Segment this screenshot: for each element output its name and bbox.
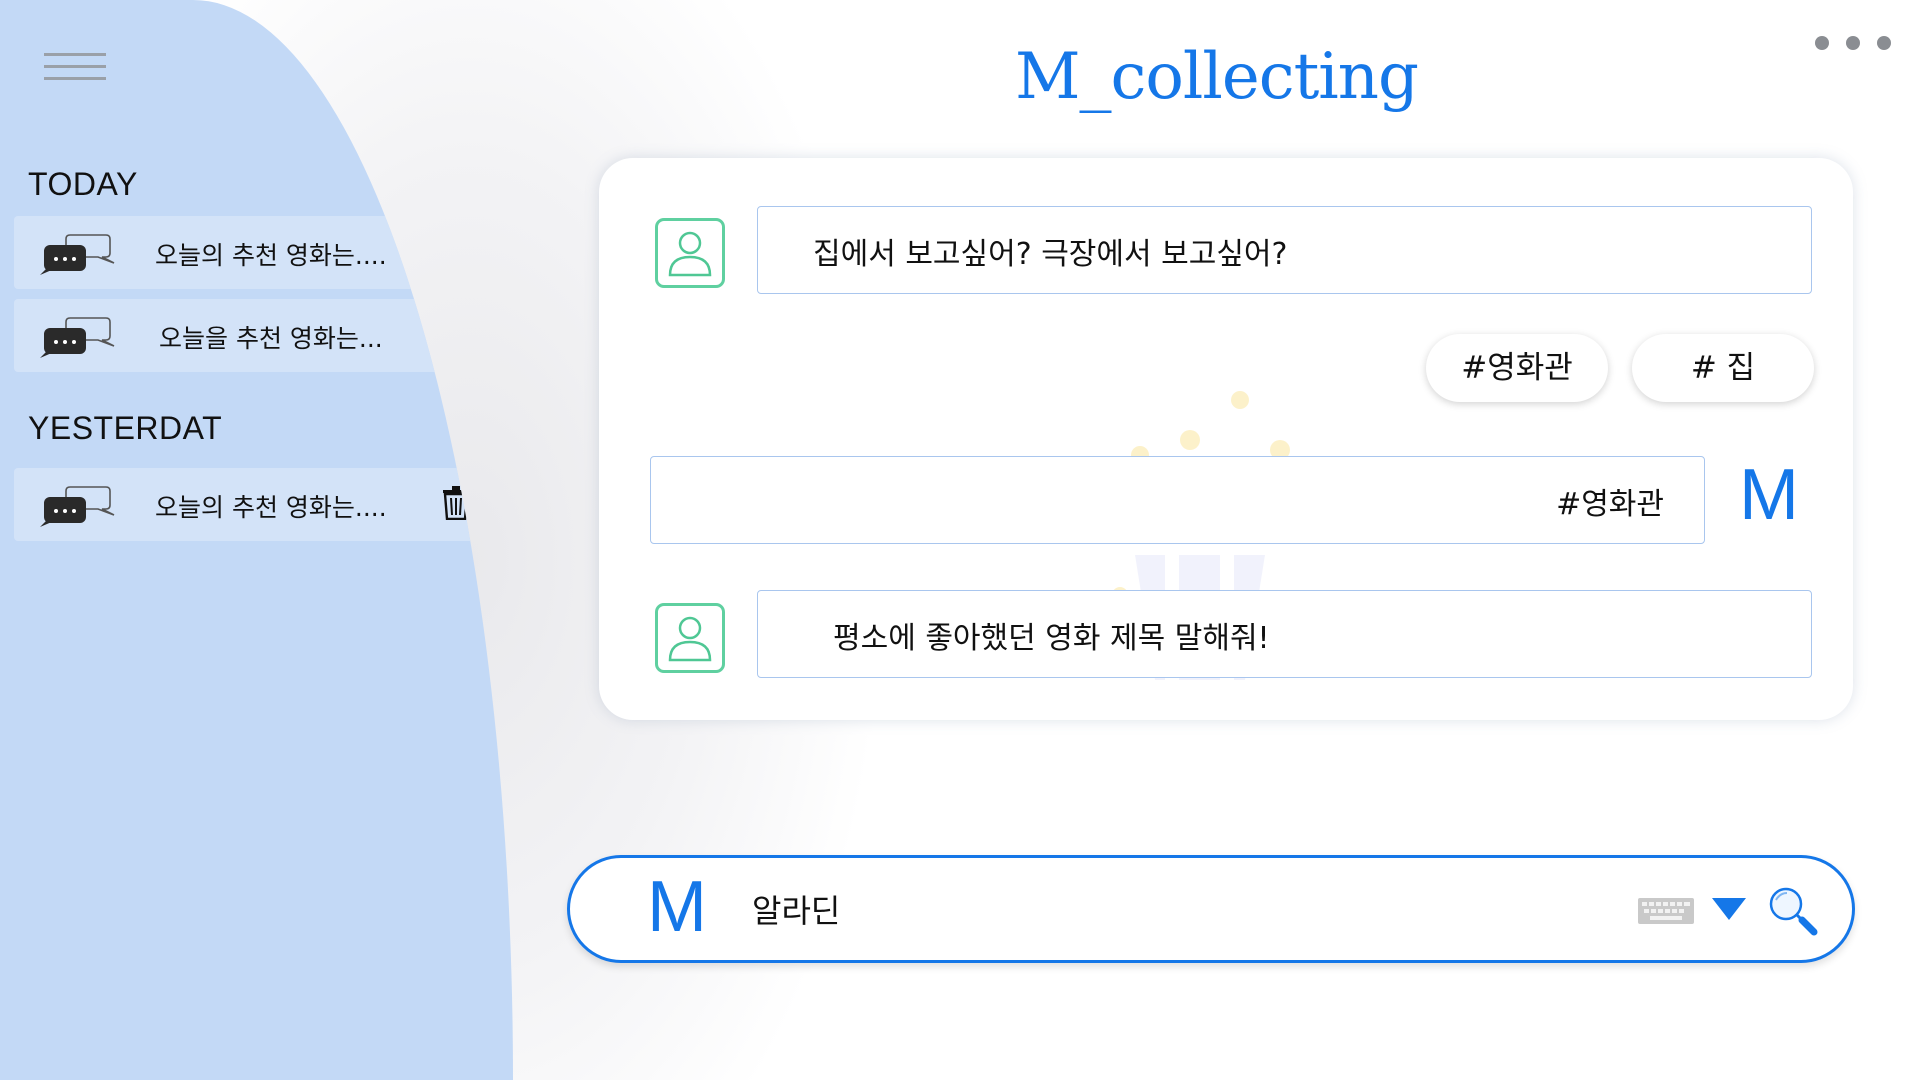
chat-bubble-icon <box>40 234 115 275</box>
quick-reply-home[interactable]: # 집 <box>1632 334 1814 402</box>
hamburger-menu-icon[interactable] <box>44 53 106 83</box>
history-item[interactable]: 오늘의 추천 영화는.... <box>14 468 490 541</box>
m-logo: M <box>1739 455 1799 535</box>
bot-message-text: 집에서 보고싶어? 극장에서 보고싶어? <box>813 237 1288 272</box>
keyboard-icon[interactable] <box>1638 898 1694 924</box>
chat-panel: 집에서 보고싶어? 극장에서 보고싶어? #영화관 # 집 #영화관 M 평소에… <box>599 158 1853 720</box>
quick-reply-cinema[interactable]: #영화관 <box>1426 334 1608 402</box>
trash-icon[interactable] <box>442 317 470 351</box>
section-title-today: TODAY <box>28 166 138 202</box>
bot-message: 집에서 보고싶어? 극장에서 보고싶어? <box>757 206 1812 294</box>
app-title: M_collecting <box>1015 40 1419 114</box>
search-m-logo: M <box>647 867 707 947</box>
history-item-label: 오늘의 추천 영화는.... <box>155 241 387 270</box>
history-item[interactable]: 오늘을 추천 영화는... <box>14 299 490 372</box>
history-item-label: 오늘을 추천 영화는... <box>159 324 383 353</box>
dropdown-arrow-icon[interactable] <box>1712 898 1746 920</box>
user-avatar-icon <box>655 603 725 673</box>
search-bar: M <box>567 855 1855 963</box>
user-avatar-icon <box>655 218 725 288</box>
section-title-yesterday: YESTERDAT <box>28 410 223 446</box>
user-message: #영화관 <box>650 456 1705 544</box>
user-message-text: #영화관 <box>1556 487 1664 522</box>
history-item-label: 오늘의 추천 영화는.... <box>155 493 387 522</box>
more-dots-icon[interactable] <box>1815 36 1891 52</box>
trash-icon[interactable] <box>442 486 470 520</box>
bot-message-text: 평소에 좋아했던 영화 제목 말해줘! <box>833 621 1270 656</box>
chat-bubble-icon <box>40 486 115 527</box>
history-item[interactable]: 오늘의 추천 영화는.... <box>14 216 490 289</box>
trash-icon[interactable] <box>442 234 470 268</box>
search-icon[interactable] <box>1766 884 1818 936</box>
bot-message: 평소에 좋아했던 영화 제목 말해줘! <box>757 590 1812 678</box>
chat-bubble-icon <box>40 317 115 358</box>
search-input[interactable] <box>750 880 1554 938</box>
